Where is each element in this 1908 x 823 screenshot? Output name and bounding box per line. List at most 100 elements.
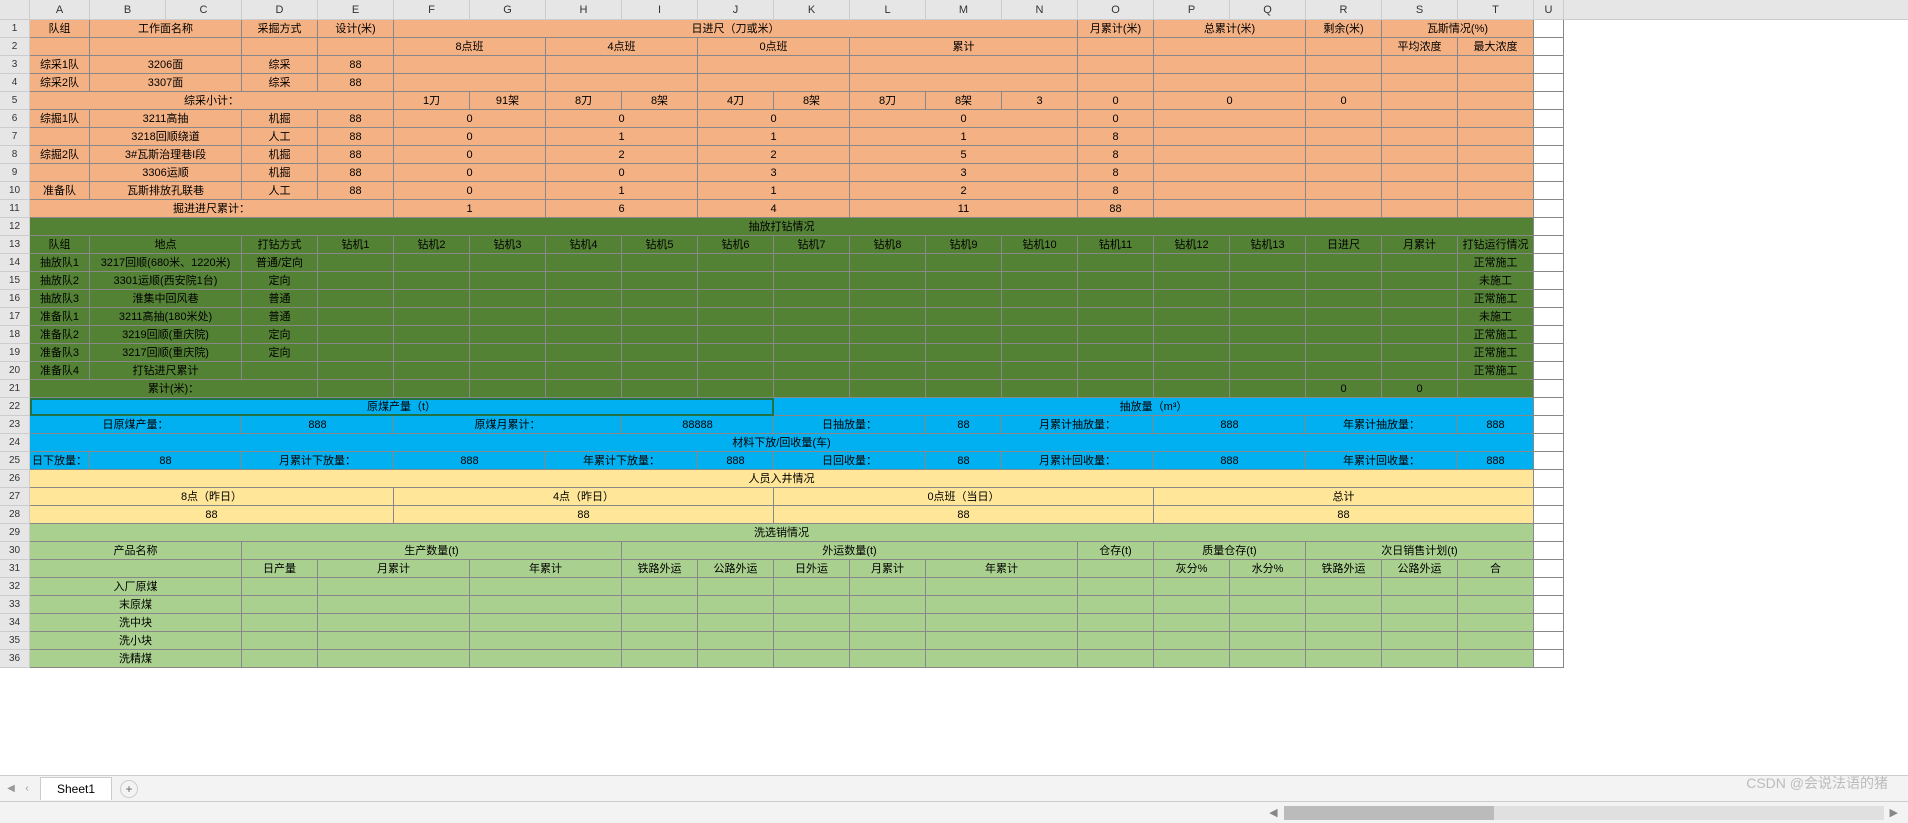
row-header[interactable]: 12: [0, 218, 30, 236]
row-header[interactable]: 15: [0, 272, 30, 290]
cell[interactable]: [698, 56, 850, 74]
cell[interactable]: 88: [318, 110, 394, 128]
cell[interactable]: [30, 128, 90, 146]
header-daily[interactable]: 日进尺（刀或米）: [394, 20, 1078, 38]
cell[interactable]: [1458, 380, 1534, 398]
cell[interactable]: [394, 362, 470, 380]
cell[interactable]: [1382, 128, 1458, 146]
cell[interactable]: [318, 254, 394, 272]
cell[interactable]: 打钻方式: [242, 236, 318, 254]
cell[interactable]: 3211高抽(180米处): [90, 308, 242, 326]
row-header[interactable]: 29: [0, 524, 30, 542]
column-header[interactable]: P: [1154, 0, 1230, 19]
cell[interactable]: [774, 254, 850, 272]
cell[interactable]: [1306, 632, 1382, 650]
cell[interactable]: [318, 596, 470, 614]
cell[interactable]: [546, 56, 698, 74]
cell[interactable]: 3217回顺(680米、1220米): [90, 254, 242, 272]
cell[interactable]: [546, 290, 622, 308]
cell[interactable]: [470, 380, 546, 398]
header-gas[interactable]: 瓦斯情况(%): [1382, 20, 1534, 38]
cell[interactable]: [1534, 38, 1564, 56]
cell[interactable]: 0: [394, 182, 546, 200]
cell[interactable]: [1458, 92, 1534, 110]
cell[interactable]: [318, 650, 470, 668]
cell[interactable]: [698, 326, 774, 344]
cell[interactable]: [1230, 632, 1306, 650]
cell[interactable]: 1刀: [394, 92, 470, 110]
cell[interactable]: [1458, 110, 1534, 128]
cell[interactable]: [1382, 254, 1458, 272]
row-header[interactable]: 21: [0, 380, 30, 398]
cell[interactable]: 钻机8: [850, 236, 926, 254]
cell[interactable]: 1: [698, 128, 850, 146]
cell[interactable]: [926, 308, 1002, 326]
cell[interactable]: 0: [1154, 92, 1306, 110]
spreadsheet-grid[interactable]: ABCDEFGHIJKLMNOPQRSTU 1队组工作面名称采掘方式设计(米)日…: [0, 0, 1908, 668]
cell[interactable]: 打钻进尺累计: [90, 362, 242, 380]
cell[interactable]: [1306, 344, 1382, 362]
cell[interactable]: 年累计: [470, 560, 622, 578]
cell[interactable]: [1306, 614, 1382, 632]
cell[interactable]: [470, 578, 622, 596]
cell[interactable]: [1002, 380, 1078, 398]
cell[interactable]: [1306, 254, 1382, 272]
cell[interactable]: 准备队3: [30, 344, 90, 362]
cell[interactable]: 8点班: [394, 38, 546, 56]
row-header[interactable]: 30: [0, 542, 30, 560]
cell[interactable]: [1382, 272, 1458, 290]
cell[interactable]: [1230, 308, 1306, 326]
cell[interactable]: [622, 326, 698, 344]
cell[interactable]: [394, 272, 470, 290]
cell[interactable]: [546, 362, 622, 380]
cell[interactable]: [698, 632, 774, 650]
cell[interactable]: [774, 362, 850, 380]
cell[interactable]: 8点（昨日）: [30, 488, 394, 506]
cell[interactable]: [850, 380, 926, 398]
cell[interactable]: [546, 74, 698, 92]
cell[interactable]: [698, 74, 850, 92]
cell[interactable]: [1154, 380, 1230, 398]
cell[interactable]: [1078, 614, 1154, 632]
cell[interactable]: [1458, 128, 1534, 146]
cell[interactable]: 准备队4: [30, 362, 90, 380]
cell[interactable]: [774, 614, 850, 632]
cell[interactable]: 8刀: [850, 92, 926, 110]
cell[interactable]: 91架: [470, 92, 546, 110]
cell[interactable]: [30, 164, 90, 182]
cell[interactable]: [1154, 200, 1306, 218]
cell[interactable]: [1002, 326, 1078, 344]
cell[interactable]: 仓存(t): [1078, 542, 1154, 560]
cell[interactable]: 钻机9: [926, 236, 1002, 254]
cell[interactable]: 钻机10: [1002, 236, 1078, 254]
cell[interactable]: 正常施工: [1458, 326, 1534, 344]
column-header[interactable]: N: [1002, 0, 1078, 19]
cell[interactable]: [698, 578, 774, 596]
cell[interactable]: 8刀: [546, 92, 622, 110]
cell[interactable]: [1534, 254, 1564, 272]
cell[interactable]: 0: [698, 110, 850, 128]
cell[interactable]: 月累计抽放量：: [1002, 416, 1154, 434]
row-header[interactable]: 20: [0, 362, 30, 380]
cell[interactable]: 1: [546, 128, 698, 146]
cell[interactable]: [774, 596, 850, 614]
cell[interactable]: 0: [394, 146, 546, 164]
cell[interactable]: [470, 632, 622, 650]
cell[interactable]: [1154, 38, 1306, 56]
cell[interactable]: 4: [698, 200, 850, 218]
cell[interactable]: 钻机3: [470, 236, 546, 254]
cell[interactable]: [850, 56, 1078, 74]
cell[interactable]: [622, 272, 698, 290]
cell[interactable]: [1154, 182, 1306, 200]
column-header[interactable]: U: [1534, 0, 1564, 19]
cell[interactable]: 3: [1002, 92, 1078, 110]
cell[interactable]: [1534, 128, 1564, 146]
cell[interactable]: 月累计下放量：: [242, 452, 394, 470]
cell[interactable]: 0: [546, 110, 698, 128]
row-header[interactable]: 14: [0, 254, 30, 272]
row-header[interactable]: 19: [0, 344, 30, 362]
row-header[interactable]: 7: [0, 128, 30, 146]
cell[interactable]: [1534, 398, 1564, 416]
cell[interactable]: [470, 596, 622, 614]
cell[interactable]: [622, 308, 698, 326]
